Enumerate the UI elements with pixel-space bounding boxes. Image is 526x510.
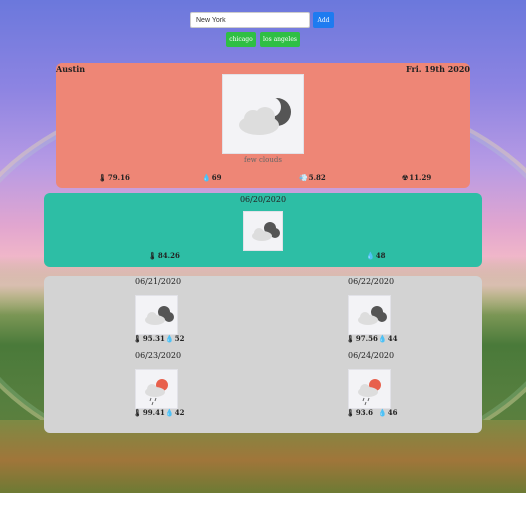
saved-city-button-chicago[interactable]: chicago	[226, 32, 256, 47]
clouds-night-icon	[348, 295, 391, 335]
forecast-temperature: 🌡 95.31	[133, 334, 165, 343]
forecast-temperature-value: 97.56	[355, 334, 378, 343]
tomorrow-temperature: 🌡 84.26	[148, 251, 180, 260]
radiation-icon: ☢	[402, 173, 409, 182]
forecast-humidity-value: 46	[387, 408, 398, 417]
thermometer-icon: 🌡	[346, 408, 355, 417]
current-temperature: 🌡 79.16	[98, 173, 130, 182]
water-drop-icon: 💧	[202, 173, 211, 182]
thermometer-icon: 🌡	[133, 334, 142, 343]
wind-icon: 💨	[299, 173, 308, 182]
clouds-night-icon	[135, 295, 178, 335]
rain-day-icon	[135, 369, 178, 409]
tomorrow-humidity-value: 48	[375, 251, 386, 260]
current-clouds: ☢ 11.29	[402, 173, 431, 182]
thermometer-icon: 🌡	[346, 334, 355, 343]
forecast-humidity-value: 52	[174, 334, 185, 343]
forecast-temperature-value: 93.6	[355, 408, 373, 417]
clouds-night-icon	[243, 211, 283, 251]
water-drop-icon: 💧	[366, 251, 375, 260]
thermometer-icon: 🌡	[133, 408, 142, 417]
forecast-temperature-value: 99.41	[142, 408, 165, 417]
forecast-humidity: 💧 42	[165, 408, 184, 417]
tomorrow-weather-card: 06/20/2020 🌡 84.26 💧 48	[44, 193, 482, 267]
city-search-input[interactable]	[190, 12, 310, 28]
tomorrow-date: 06/20/2020	[239, 195, 287, 204]
current-wind-value: 5.82	[308, 173, 326, 182]
saved-city-button-los-angeles[interactable]: los angeles	[260, 32, 300, 47]
water-drop-icon: 💧	[378, 334, 387, 343]
forecast-temperature: 🌡 99.41	[133, 408, 165, 417]
thermometer-icon: 🌡	[148, 251, 157, 260]
forecast-date: 06/21/2020	[135, 277, 182, 286]
forecast-humidity: 💧 46	[378, 408, 397, 417]
tomorrow-temperature-value: 84.26	[157, 251, 180, 260]
add-city-button[interactable]: Add	[313, 12, 334, 28]
forecast-date: 06/23/2020	[135, 351, 182, 360]
current-date: Fri. 19th 2020	[405, 64, 470, 74]
forecast-temperature-value: 95.31	[142, 334, 165, 343]
few-clouds-night-icon	[222, 74, 304, 154]
water-drop-icon: 💧	[378, 408, 387, 417]
forecast-humidity-value: 42	[174, 408, 185, 417]
forecast-humidity: 💧 52	[165, 334, 184, 343]
water-drop-icon: 💧	[165, 408, 174, 417]
current-wind: 💨 5.82	[299, 173, 326, 182]
current-humidity: 💧 69	[202, 173, 221, 182]
current-weather-card: Austin Fri. 19th 2020 few clouds 🌡 79.16 …	[56, 63, 470, 188]
forecast-temperature: 🌡 97.56	[346, 334, 378, 343]
rain-day-icon	[348, 369, 391, 409]
forecast-date: 06/24/2020	[348, 351, 395, 360]
current-humidity-value: 69	[211, 173, 222, 182]
forecast-humidity-value: 44	[387, 334, 398, 343]
forecast-humidity: 💧 44	[378, 334, 397, 343]
forecast-card: 06/21/2020 🌡 95.31 💧 52 06/22/2020 🌡 97.56 …	[44, 276, 482, 433]
thermometer-icon: 🌡	[98, 173, 107, 182]
current-description: few clouds	[244, 156, 282, 164]
water-drop-icon: 💧	[165, 334, 174, 343]
forecast-date: 06/22/2020	[348, 277, 395, 286]
tomorrow-humidity: 💧 48	[366, 251, 385, 260]
forecast-temperature: 🌡 93.6	[346, 408, 373, 417]
current-temperature-value: 79.16	[107, 173, 130, 182]
current-clouds-value: 11.29	[409, 173, 432, 182]
current-city: Austin	[56, 64, 86, 74]
